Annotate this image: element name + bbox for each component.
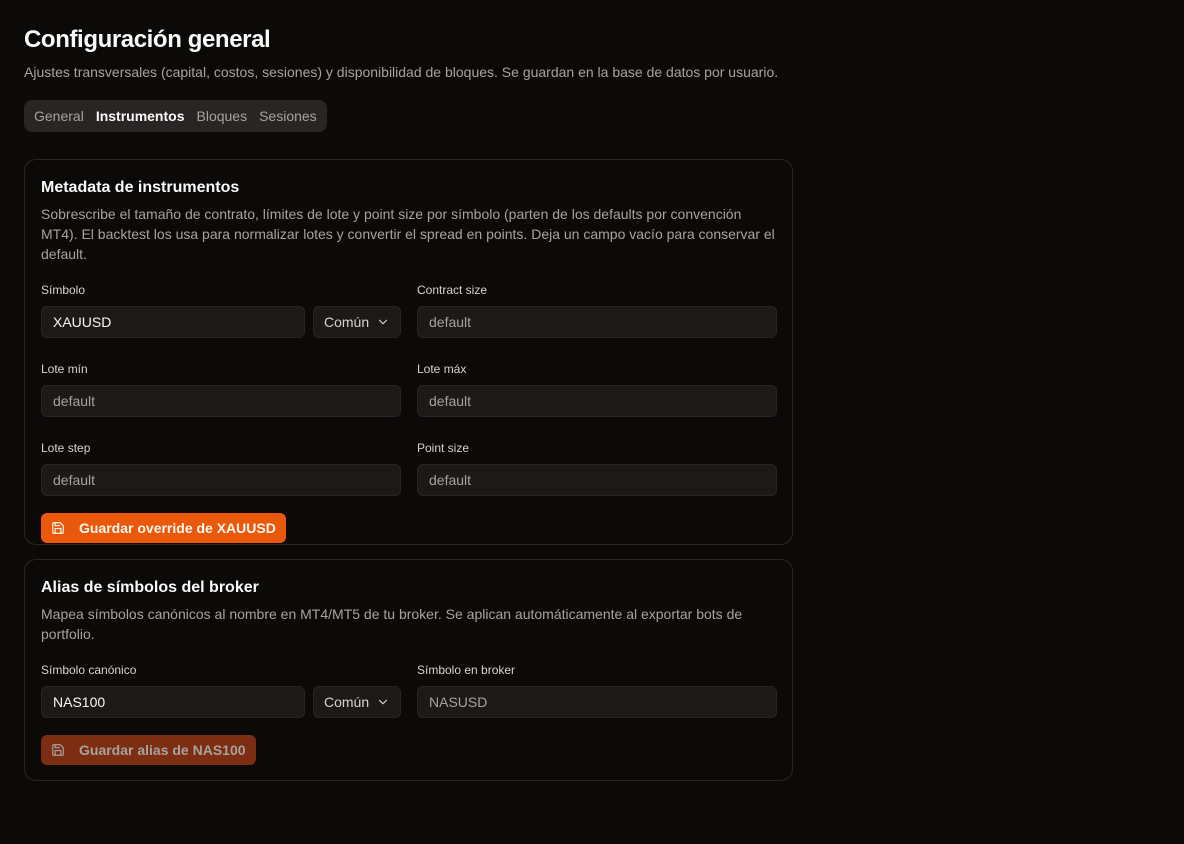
step-form-grid: Lote step Point size xyxy=(41,440,777,496)
symbol-field-group: Símbolo Común xyxy=(41,282,401,338)
floppy-disk-icon xyxy=(52,522,64,534)
lot-max-input[interactable] xyxy=(417,385,777,417)
contract-size-label: Contract size xyxy=(417,283,488,297)
tab-general[interactable]: General xyxy=(28,103,90,129)
canonical-symbol-input[interactable] xyxy=(41,686,305,718)
contract-size-input[interactable] xyxy=(417,306,777,338)
card-description: Sobrescribe el tamaño de contrato, límit… xyxy=(41,206,775,262)
lot-form-grid: Lote mín Lote máx xyxy=(41,361,777,417)
broker-symbol-input[interactable] xyxy=(417,686,777,718)
save-alias-button[interactable]: Guardar alias de NAS100 xyxy=(41,735,256,765)
chevron-down-icon xyxy=(378,699,388,705)
save-alias-label: Guardar alias de NAS100 xyxy=(79,742,246,758)
select-value: Común xyxy=(324,694,370,710)
lot-step-input[interactable] xyxy=(41,464,401,496)
lot-step-field-group: Lote step xyxy=(41,440,401,496)
lot-min-label: Lote mín xyxy=(41,362,88,376)
metadata-form-grid: Símbolo Común Contract size xyxy=(41,282,777,338)
card-title: Metadata de instrumentos xyxy=(41,179,240,196)
broker-symbol-label: Símbolo en broker xyxy=(417,663,516,677)
tab-bar: General Instrumentos Bloques Sesiones xyxy=(24,100,327,132)
point-size-field-group: Point size xyxy=(417,440,777,496)
settings-page: Configuración general Ajustes transversa… xyxy=(24,24,793,781)
lot-min-input[interactable] xyxy=(41,385,401,417)
tab-bloques[interactable]: Bloques xyxy=(191,103,254,129)
common-symbol-select[interactable]: Común xyxy=(313,686,401,718)
alias-form-grid: Símbolo canónico Común Símbolo en broker xyxy=(41,662,777,718)
card-description: Mapea símbolos canónicos al nombre en MT… xyxy=(41,606,743,642)
instrument-metadata-card: Metadata de instrumentos Sobrescribe el … xyxy=(24,159,793,545)
tab-instrumentos[interactable]: Instrumentos xyxy=(90,103,191,129)
lot-step-label: Lote step xyxy=(41,441,91,455)
select-value: Común xyxy=(324,314,370,330)
page-subtitle: Ajustes transversales (capital, costos, … xyxy=(24,64,779,80)
contract-size-field-group: Contract size xyxy=(417,282,777,338)
broker-alias-card: Alias de símbolos del broker Mapea símbo… xyxy=(24,559,793,781)
save-override-button[interactable]: Guardar override de XAUUSD xyxy=(41,513,286,543)
canonical-symbol-label: Símbolo canónico xyxy=(41,663,137,677)
lot-min-field-group: Lote mín xyxy=(41,361,401,417)
common-symbol-select[interactable]: Común xyxy=(313,306,401,338)
save-override-label: Guardar override de XAUUSD xyxy=(79,520,276,536)
point-size-label: Point size xyxy=(417,441,470,455)
lot-max-field-group: Lote máx xyxy=(417,361,777,417)
floppy-disk-icon xyxy=(52,744,64,756)
tab-sesiones[interactable]: Sesiones xyxy=(253,103,323,129)
card-title: Alias de símbolos del broker xyxy=(41,579,259,596)
point-size-input[interactable] xyxy=(417,464,777,496)
symbol-input[interactable] xyxy=(41,306,305,338)
lot-max-label: Lote máx xyxy=(417,362,467,376)
canonical-field-group: Símbolo canónico Común xyxy=(41,662,401,718)
page-title: Configuración general xyxy=(24,26,271,53)
broker-symbol-field-group: Símbolo en broker xyxy=(417,662,777,718)
chevron-down-icon xyxy=(378,319,388,325)
symbol-label: Símbolo xyxy=(41,283,86,297)
